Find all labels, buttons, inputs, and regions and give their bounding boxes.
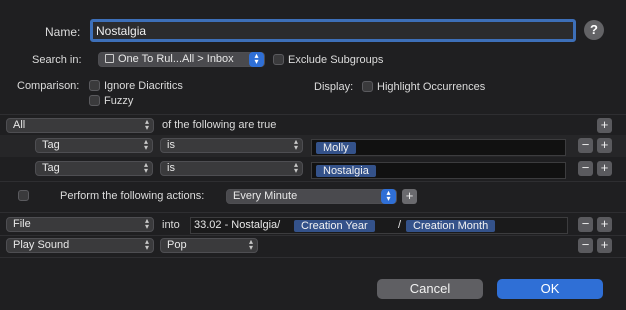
minus-icon: − (581, 137, 590, 152)
remove-action-button[interactable]: − (578, 217, 593, 232)
search-in-popup[interactable]: One To Rul...All > Inbox ▴ ▾ (98, 52, 265, 67)
display-label: Display: (314, 81, 354, 93)
criterion-operator-value: is (167, 162, 175, 174)
chevron-updown-icon: ▴ ▾ (144, 117, 149, 132)
path-separator: / (398, 219, 402, 231)
criterion-token-field[interactable]: Molly (311, 139, 566, 156)
help-button[interactable]: ? (584, 20, 604, 40)
fuzzy-checkbox[interactable] (89, 95, 100, 106)
plus-icon: + (600, 160, 609, 175)
add-criterion-button[interactable]: + (597, 138, 612, 153)
file-destination-field[interactable]: 33.02 - Nostalgia/ Creation Year / Creat… (190, 217, 568, 234)
perform-actions-label: Perform the following actions: (60, 190, 205, 202)
criterion-field-popup[interactable]: Tag ▴ ▾ (35, 138, 153, 153)
ok-button[interactable]: OK (497, 279, 603, 299)
search-in-label: Search in: (32, 54, 82, 66)
plus-icon: + (405, 188, 414, 203)
plus-icon: + (600, 117, 609, 132)
sound-name-value: Pop (167, 239, 187, 251)
path-prefix: 33.02 - Nostalgia/ (194, 219, 281, 231)
database-icon (105, 54, 114, 63)
add-action-button[interactable]: + (597, 238, 612, 253)
add-action-button[interactable]: + (402, 189, 417, 204)
cancel-button[interactable]: Cancel (377, 279, 483, 299)
name-field[interactable]: Nostalgia (90, 19, 576, 42)
criterion-field-value: Tag (42, 162, 60, 174)
action-file-popup[interactable]: File ▴ ▾ (6, 217, 154, 232)
ignore-diacritics-label: Ignore Diacritics (104, 80, 183, 92)
into-label: into (162, 219, 180, 231)
sound-name-popup[interactable]: Pop ▴ ▾ (160, 238, 258, 253)
search-in-value: One To Rul...All > Inbox (118, 53, 234, 65)
criterion-operator-popup[interactable]: is ▴ ▾ (160, 138, 303, 153)
chevron-updown-icon: ▴ ▾ (293, 137, 298, 152)
of-following-label: of the following are true (162, 119, 277, 131)
chevron-updown-icon: ▴ ▾ (249, 52, 264, 67)
criterion-token-field[interactable]: Nostalgia (311, 162, 566, 179)
exclude-subgroups-label: Exclude Subgroups (288, 54, 384, 66)
criterion-operator-value: is (167, 139, 175, 151)
creation-year-token: Creation Year (294, 220, 375, 232)
add-action-button[interactable]: + (597, 217, 612, 232)
chevron-updown-icon: ▴ ▾ (144, 237, 149, 252)
plus-icon: + (600, 237, 609, 252)
schedule-popup[interactable]: Every Minute ▴ ▾ (226, 189, 397, 204)
highlight-occurrences-label: Highlight Occurrences (377, 81, 486, 93)
match-mode-popup[interactable]: All ▴ ▾ (6, 118, 154, 133)
creation-month-token: Creation Month (406, 220, 496, 232)
chevron-updown-icon: ▴ ▾ (143, 160, 148, 175)
action-file-value: File (13, 218, 31, 230)
plus-icon: + (600, 216, 609, 231)
perform-actions-checkbox[interactable] (18, 190, 29, 201)
action-sound-popup[interactable]: Play Sound ▴ ▾ (6, 238, 154, 253)
name-label: Name: (45, 25, 81, 39)
chevron-updown-icon: ▴ ▾ (248, 237, 253, 252)
minus-icon: − (581, 237, 590, 252)
criterion-field-popup[interactable]: Tag ▴ ▾ (35, 161, 153, 176)
comparison-label: Comparison: (17, 80, 80, 92)
chevron-updown-icon: ▴ ▾ (293, 160, 298, 175)
remove-criterion-button[interactable]: − (578, 138, 593, 153)
help-icon: ? (590, 22, 598, 37)
chevron-updown-icon: ▴ ▾ (144, 216, 149, 231)
minus-icon: − (581, 160, 590, 175)
action-sound-value: Play Sound (13, 239, 70, 251)
criterion-field-value: Tag (42, 139, 60, 151)
name-field-text: Nostalgia (96, 24, 147, 38)
chevron-updown-icon: ▴ ▾ (381, 189, 396, 204)
minus-icon: − (581, 216, 590, 231)
tag-token: Nostalgia (316, 165, 376, 177)
add-criterion-button[interactable]: + (597, 118, 612, 133)
ok-label: OK (540, 281, 560, 296)
exclude-subgroups-checkbox[interactable] (273, 54, 284, 65)
fuzzy-label: Fuzzy (104, 95, 134, 107)
highlight-occurrences-checkbox[interactable] (362, 81, 373, 92)
chevron-updown-icon: ▴ ▾ (143, 137, 148, 152)
ignore-diacritics-checkbox[interactable] (89, 80, 100, 91)
tag-token: Molly (316, 142, 356, 154)
cancel-label: Cancel (409, 281, 451, 296)
match-mode-value: All (13, 119, 26, 131)
remove-action-button[interactable]: − (578, 238, 593, 253)
criterion-operator-popup[interactable]: is ▴ ▾ (160, 161, 303, 176)
schedule-value: Every Minute (233, 190, 298, 202)
remove-criterion-button[interactable]: − (578, 161, 593, 176)
plus-icon: + (600, 137, 609, 152)
add-criterion-button[interactable]: + (597, 161, 612, 176)
